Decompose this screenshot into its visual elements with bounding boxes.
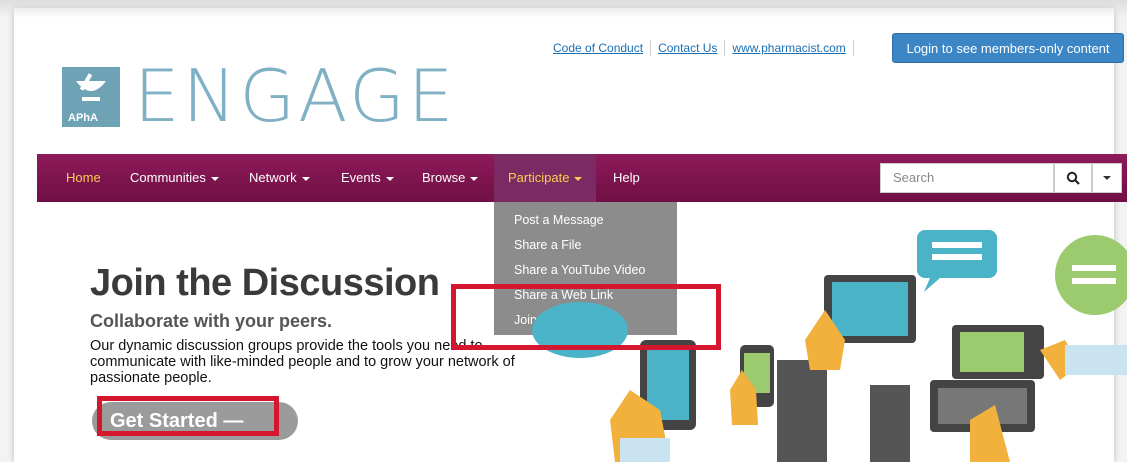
top-links: Code of Conduct Contact Us www.pharmacis… xyxy=(553,40,861,56)
chevron-down-icon xyxy=(210,176,219,181)
divider xyxy=(852,40,854,56)
code-of-conduct-link[interactable]: Code of Conduct xyxy=(553,41,643,55)
nav-help[interactable]: Help xyxy=(611,154,642,202)
search-button[interactable] xyxy=(1054,163,1092,193)
chevron-down-icon xyxy=(301,176,310,181)
apha-logo-icon: APhA xyxy=(62,67,120,127)
hero-subtitle: Collaborate with your peers. xyxy=(90,311,333,331)
hero-title: Join the Discussion xyxy=(90,262,440,304)
divider xyxy=(724,40,726,56)
highlight-box-get-started xyxy=(97,396,279,436)
chevron-down-icon xyxy=(574,176,583,181)
nav-participate[interactable]: Participate xyxy=(494,154,597,202)
nav-network[interactable]: Network xyxy=(247,154,312,202)
nav-communities[interactable]: Communities xyxy=(128,154,221,202)
login-button[interactable]: Login to see members-only content xyxy=(892,33,1124,63)
search-options-button[interactable] xyxy=(1092,163,1122,193)
apha-label: APhA xyxy=(68,112,98,124)
main-navbar: Home Communities Network Events Browse P… xyxy=(37,154,1127,202)
search-input[interactable]: Search xyxy=(880,163,1054,193)
chevron-down-icon xyxy=(1103,176,1111,180)
highlight-box-join-community xyxy=(451,284,721,350)
search-icon xyxy=(1066,171,1080,185)
engage-logo[interactable]: APhA ENGAGE xyxy=(62,56,492,136)
nav-home[interactable]: Home xyxy=(64,154,103,202)
page-fade xyxy=(0,0,1127,18)
nav-events[interactable]: Events xyxy=(339,154,396,202)
chevron-down-icon xyxy=(470,176,479,181)
engage-wordmark: ENGAGE xyxy=(134,54,457,138)
chevron-down-icon xyxy=(385,176,394,181)
nav-browse[interactable]: Browse xyxy=(420,154,480,202)
contact-us-link[interactable]: Contact Us xyxy=(658,41,717,55)
divider xyxy=(650,40,652,56)
pharmacist-link[interactable]: www.pharmacist.com xyxy=(732,41,845,55)
